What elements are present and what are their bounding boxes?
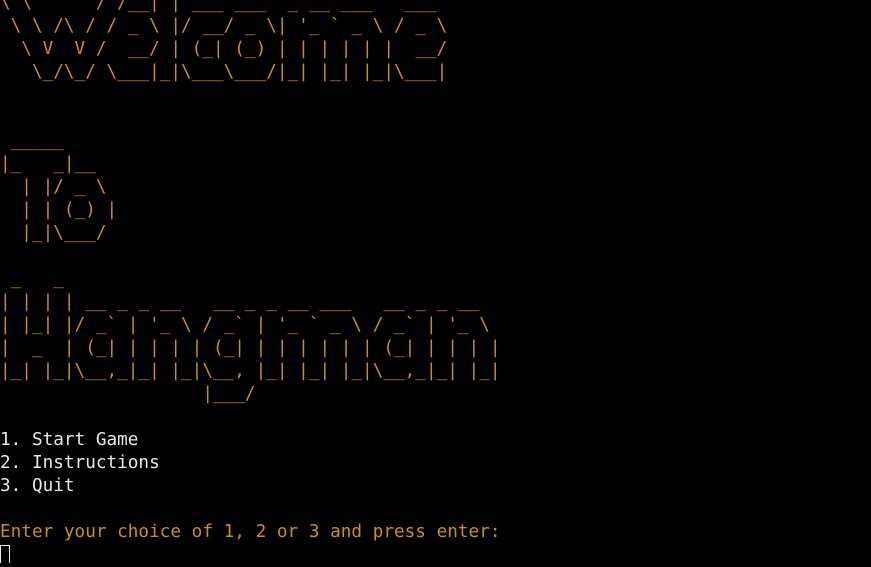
banner-line: | | (_) | [0,200,118,220]
menu-item-start-game: 1. Start Game [0,430,139,450]
banner-line: | _ | (_| | | | | (_| | | | | | | (_| | … [0,338,501,358]
welcome-banner: \ \ / /__| | ___ ___ _ __ ___ ___ \ \ /\… [0,0,871,130]
main-menu: 1. Start Game 2. Instructions 3. Quit [0,429,871,521]
banner-line: \ \ / /__| | ___ ___ _ __ ___ ___ [0,0,437,13]
hangman-banner: _ _ | | | | __ _ _ __ __ _ _ __ ___ __ _ … [0,268,871,429]
text-cursor[interactable] [0,545,10,563]
to-banner: _____ |_ _|__ | |/ _ \ | | (_) | |_|\___/ [0,130,871,268]
menu-item-instructions: 2. Instructions [0,453,160,473]
banner-line: _ _ [0,269,64,289]
menu-item-quit: 3. Quit [0,476,75,496]
input-line[interactable] [0,544,871,567]
banner-line: |_ _|__ [0,154,96,174]
banner-line: |___/ [0,384,256,404]
terminal-window: \ \ / /__| | ___ ___ _ __ ___ ___ \ \ /\… [0,0,871,567]
banner-line: \ \ /\ / / _ \ |/ __/ _ \| '_ ` _ \ / _ … [0,16,448,36]
banner-line: _____ [0,131,64,151]
banner-line: | |_| |/ _` | '_ \ / _` | '_ ` _ \ / _` … [0,315,490,335]
input-prompt: Enter your choice of 1, 2 or 3 and press… [0,521,871,544]
banner-line: \_/\_/ \___|_|\___\___/|_| |_| |_|\___| [0,62,448,82]
banner-line: | |/ _ \ [0,177,107,197]
banner-line: |_|\___/ [0,223,107,243]
prompt-text: Enter your choice of 1, 2 or 3 and press… [0,522,501,542]
banner-line: | | | | __ _ _ __ __ _ _ __ ___ __ _ _ _… [0,292,480,312]
banner-line: |_| |_|\__,_|_| |_|\__, |_| |_| |_|\__,_… [0,361,501,381]
banner-line: \ V V / __/ | (_| (_) | | | | | | __/ [0,39,448,59]
